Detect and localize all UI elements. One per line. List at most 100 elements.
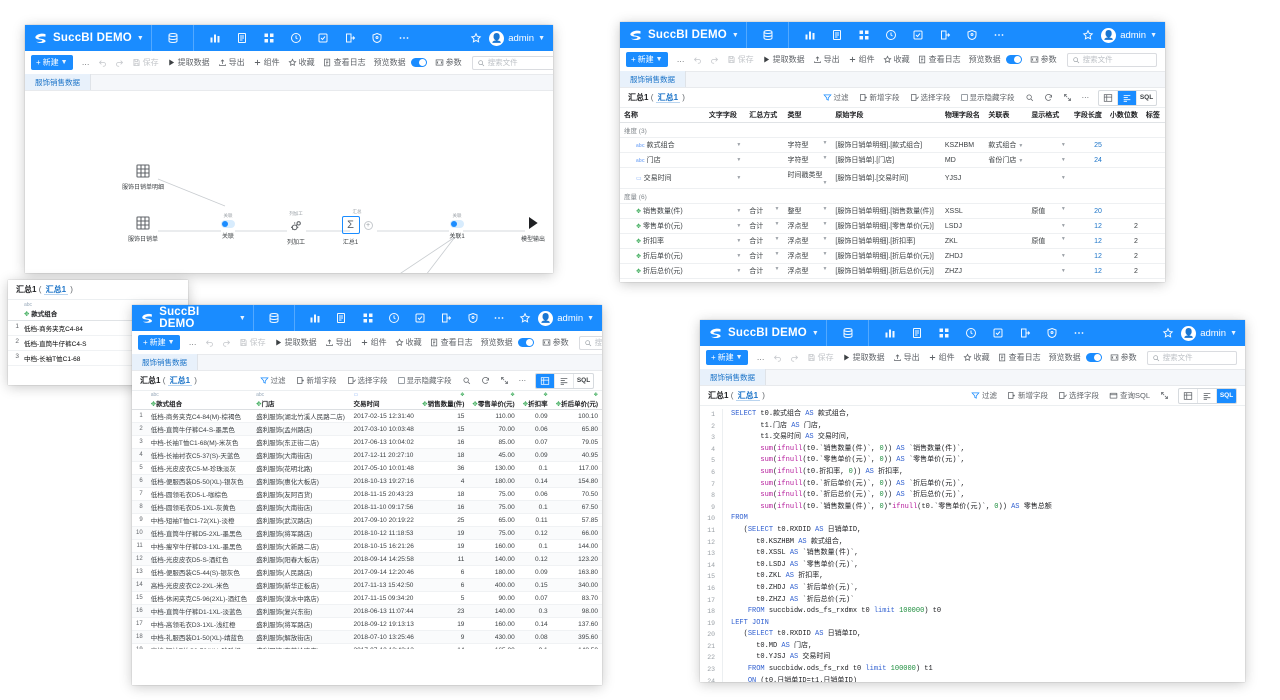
table-row[interactable]: 16中档-直筒牛仔裤D1-1XL-淡蓝色盛利服饰(复兴东街)2018-06-13… [132,605,602,618]
app-brand[interactable]: SuccBI DEMO ▼ [33,31,144,46]
shield-icon[interactable] [465,310,481,327]
report-icon[interactable] [828,27,845,44]
app-brand-b[interactable]: SuccBI DEMO ▼ [628,28,739,43]
dashboard-icon[interactable] [935,325,952,342]
table-row[interactable]: 4低档-长袖衬衣C5-37(S)-天蓝色盛利服饰(大南街店)2017-12-11… [132,449,602,462]
undo-button[interactable] [205,338,214,347]
save-button[interactable]: 保存 [807,352,834,363]
star-icon[interactable] [517,310,533,327]
field-row[interactable]: ✥折后总价(元)▼合计 ▼浮点型 ▼[服饰日销单明细].[折后总价(元)]ZHZ… [620,264,1165,279]
preview-data-toggle[interactable]: 预览数据 [1049,352,1102,363]
undo-button[interactable] [693,55,702,64]
breadcrumb-link[interactable]: 汇总1 [736,391,760,401]
add-component-button[interactable]: 组件 [848,54,875,65]
clock-icon[interactable] [962,325,979,342]
user-menu[interactable]: 👤 admin ▼ [1101,28,1157,43]
flow-node-column-process[interactable]: 列加工 列加工 [261,211,331,246]
list-view-icon[interactable] [1198,389,1217,403]
export-button[interactable]: 导出 [893,352,920,363]
table-row[interactable]: 14高档-光皮皮衣C2-2XL-米色盛利服饰(新华正板店)2017-11-13 … [132,579,602,592]
view-log-button[interactable]: 查看日志 [323,57,366,68]
task-icon[interactable] [314,30,331,47]
parameter-button[interactable]: 参数 [542,337,569,348]
new-button[interactable]: + 新建 ▼ [626,52,668,67]
user-menu[interactable]: 👤 admin ▼ [538,311,594,326]
redo-button[interactable] [710,55,719,64]
table-row[interactable]: 17中档-高领毛衣D3-1XL-浅红橙盛利服饰(将军路店)2018-09-12 … [132,618,602,631]
doc-tab-active[interactable]: 服饰销售数据 [700,369,766,385]
chart-icon[interactable] [206,30,223,47]
show-hidden-checkbox[interactable]: 显示隐藏字段 [398,375,452,386]
parameter-button[interactable]: 参数 [1110,352,1137,363]
report-icon[interactable] [233,30,250,47]
undo-button[interactable] [98,58,107,67]
toggle-switch[interactable] [1006,55,1022,64]
redo-button[interactable] [790,353,799,362]
table-row[interactable]: 2低档-直筒牛仔裤C4-S-墨黑色盛利服饰(孟州路店)2017-03-10 10… [132,423,602,436]
favorite-button[interactable]: 收藏 [963,352,990,363]
clock-icon[interactable] [882,27,899,44]
chart-icon[interactable] [801,27,818,44]
user-menu[interactable]: 👤 admin ▼ [489,31,545,46]
search-fields-button[interactable] [1025,93,1034,102]
clock-icon[interactable] [386,310,402,327]
shield-icon[interactable] [963,27,980,44]
list-view-icon[interactable] [555,374,574,388]
save-button[interactable]: 保存 [239,337,266,348]
star-icon[interactable] [1079,27,1096,44]
save-button[interactable]: 保存 [727,54,754,65]
field-row[interactable]: ✥折扣率▼合计 ▼浮点型 ▼[服饰日销单明细].[折扣率]ZKL原值 ▼122 [620,234,1165,249]
add-component-button[interactable]: 组件 [928,352,955,363]
export-icon[interactable] [341,30,358,47]
database-icon[interactable] [266,310,282,327]
preview-data-toggle[interactable]: 预览数据 [374,57,427,68]
undo-button[interactable] [773,353,782,362]
view-log-button[interactable]: 查看日志 [918,54,961,65]
search-input[interactable]: 搜索文件 [1067,53,1157,67]
more-icon[interactable] [1070,325,1087,342]
more-button[interactable]: … [757,353,765,362]
new-button[interactable]: + 新建 ▼ [706,350,748,365]
toggle-switch[interactable] [518,338,534,347]
more-button[interactable]: … [82,58,90,67]
preview-data-toggle[interactable]: 预览数据 [481,337,534,348]
table-row[interactable]: 8低档-圆领毛衣D5-1XL-灰黄色盛利服饰(大南街店)2018-11-10 0… [132,501,602,514]
field-row[interactable]: abc款式组合▼字符型 ▼[服饰日销单明细].[款式组合]KSZHBM款式组合 … [620,138,1165,153]
export-icon[interactable] [438,310,454,327]
export-button[interactable]: 导出 [325,337,352,348]
sql-view-icon[interactable]: SQL [574,374,593,388]
more-icon[interactable] [491,310,507,327]
add-field-button[interactable]: 新增字段 [859,92,900,103]
table-row[interactable]: 5低档-光皮皮衣C5-M-珍珠淡灰盛利服饰(花明北路)2017-05-10 10… [132,462,602,475]
fetch-data-button[interactable]: 提取数据 [274,337,317,348]
table-row[interactable]: 9中档-短袖T恤C1-72(XL)-淡橙盛利服饰(武汉路店)2017-09-10… [132,514,602,527]
toggle-switch[interactable] [411,58,427,67]
more-button[interactable]: … [189,338,197,347]
view-log-button[interactable]: 查看日志 [430,337,473,348]
show-hidden-checkbox[interactable]: 显示隐藏字段 [961,92,1015,103]
sql-view-icon[interactable]: SQL [1137,91,1156,105]
add-component-button[interactable]: 组件 [253,57,280,68]
add-node-icon[interactable]: + [364,221,373,230]
grid-col-header[interactable]: ✥✥销售数量(件) [418,391,468,410]
shield-icon[interactable] [368,30,385,47]
flow-canvas[interactable]: 服饰日销单明细 服饰日销单 关联 关联 列加工 列加工 汇总 Σ + [25,91,553,273]
doc-tab-active[interactable]: 服饰销售数据 [620,71,686,87]
parameter-button[interactable]: 参数 [1030,54,1057,65]
flow-node-join2[interactable]: 关联 关联1 [422,213,492,240]
field-row[interactable]: abc门店▼字符型 ▼[服饰日销单].[门店]MD省份门店 ▼ ▼24 [620,153,1165,168]
task-icon[interactable] [412,310,428,327]
fetch-data-button[interactable]: 提取数据 [167,57,210,68]
grid-col-header[interactable]: ✥✥折扣率 [519,391,552,410]
user-menu[interactable]: 👤 admin ▼ [1181,326,1237,341]
sql-view-icon[interactable]: SQL [1217,389,1236,403]
table-row[interactable]: 3中档-长袖T恤C1-68(M)-米灰色盛利服饰(东正街二店)2017-06-1… [132,436,602,449]
favorite-button[interactable]: 收藏 [288,57,315,68]
expand-button[interactable] [500,376,509,385]
add-component-button[interactable]: 组件 [360,337,387,348]
save-button[interactable]: 保存 [132,57,159,68]
filter-button[interactable]: 过滤 [823,92,849,103]
chart-icon[interactable] [307,310,323,327]
report-icon[interactable] [333,310,349,327]
list-view-icon[interactable] [1118,91,1137,105]
